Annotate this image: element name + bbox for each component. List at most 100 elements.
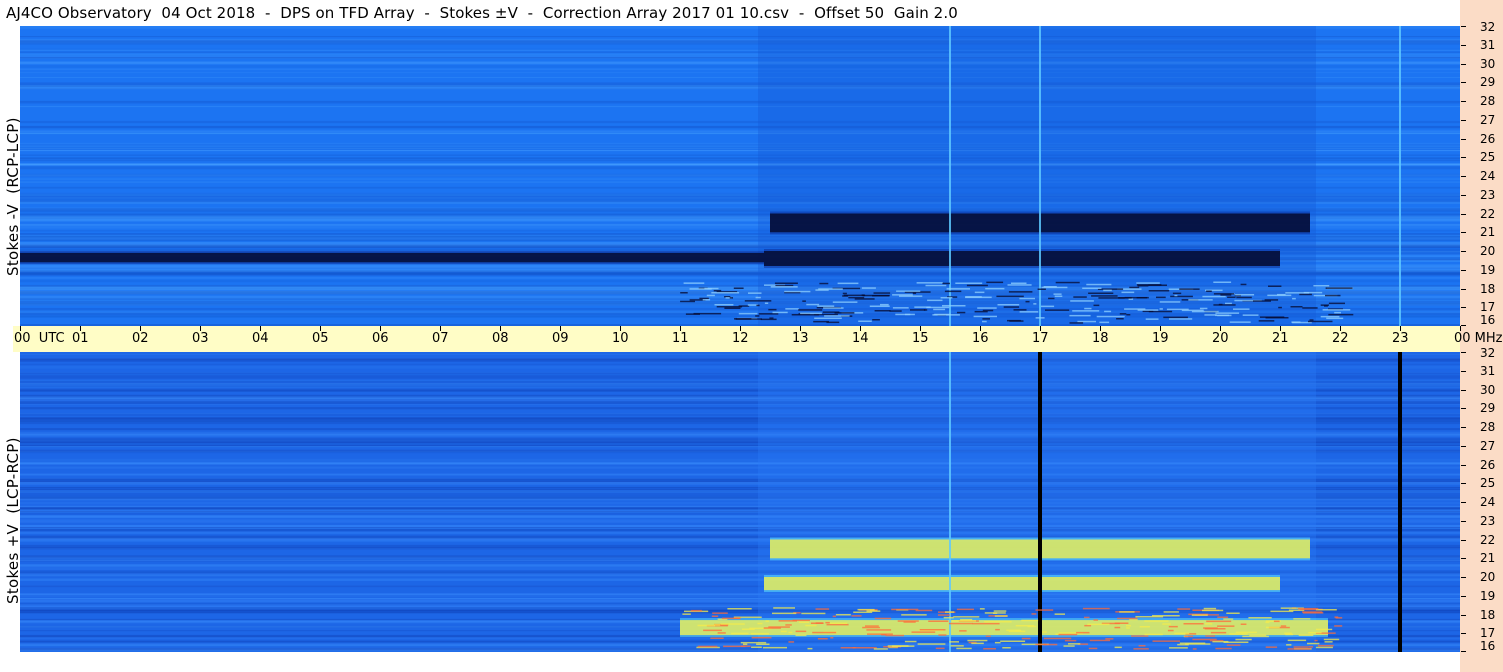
signal-speckle [1013, 309, 1027, 311]
signal-speckle [810, 622, 824, 624]
signal-speckle [985, 635, 991, 637]
signal-speckle [755, 315, 760, 317]
signal-speckle [723, 645, 746, 648]
signal-speckle [1119, 611, 1135, 613]
time-tick-label: 08 [492, 331, 509, 346]
signal-speckle [895, 313, 915, 316]
signal-speckle [1035, 609, 1054, 611]
freq-tick-mark [1461, 119, 1466, 121]
signal-speckle [1055, 633, 1059, 635]
signal-speckle [1317, 644, 1334, 647]
signal-speckle [865, 625, 879, 627]
interference-line [1398, 352, 1402, 652]
signal-speckle [697, 624, 715, 627]
signal-speckle [1000, 640, 1026, 642]
signal-speckle [1104, 310, 1112, 313]
signal-speckle [1188, 299, 1213, 301]
signal-speckle [1098, 297, 1125, 299]
time-tick-label: 02 [132, 331, 149, 346]
signal-speckle [901, 614, 927, 616]
signal-speckle [1170, 295, 1193, 298]
signal-speckle [1064, 639, 1077, 642]
freq-tick-mark [1461, 577, 1466, 578]
signal-speckle [842, 292, 847, 295]
interference-line [949, 26, 951, 326]
signal-speckle [896, 290, 921, 292]
signal-speckle [806, 303, 820, 306]
signal-speckle [873, 292, 891, 294]
signal-speckle [710, 637, 724, 639]
signal-speckle [1177, 643, 1189, 646]
freq-tick-label: 16 [1480, 639, 1496, 653]
signal-speckle [1284, 632, 1292, 634]
signal-speckle [1233, 308, 1250, 310]
time-tick-label: 00 UTC [14, 331, 65, 346]
signal-speckle [819, 282, 829, 285]
signal-speckle [1326, 317, 1344, 320]
signal-speckle [854, 298, 875, 300]
signal-speckle [944, 290, 962, 293]
signal-speckle [1099, 321, 1110, 324]
signal-speckle [1308, 320, 1333, 323]
signal-speckle [1006, 629, 1021, 632]
signal-speckle [851, 615, 862, 617]
time-axis: 00 UTC 01 02 03 04 05 06 07 08 09 10 11 12 13 14 15 16 17… [13, 326, 1503, 352]
signal-speckle [1320, 315, 1340, 318]
time-tick-label: 04 [252, 331, 269, 346]
signal-speckle [785, 308, 799, 310]
freq-tick-mark [1461, 269, 1466, 271]
signal-speckle [951, 620, 976, 622]
freq-tick-label: 32 [1480, 20, 1496, 34]
signal-speckle [832, 301, 858, 303]
signal-speckle [943, 616, 954, 619]
signal-speckle [1334, 625, 1343, 627]
signal-speckle [1093, 304, 1100, 307]
signal-speckle [807, 647, 813, 650]
time-tick-label: 03 [192, 331, 209, 346]
freq-tick-label: 28 [1480, 94, 1496, 108]
signal-speckle [955, 282, 983, 284]
signal-speckle [910, 309, 926, 311]
signal-speckle [774, 282, 798, 284]
signal-speckle [814, 317, 842, 319]
signal-speckle [1293, 618, 1311, 620]
signal-speckle [956, 608, 974, 611]
signal-speckle [1328, 313, 1354, 316]
signal-speckle [1258, 320, 1275, 322]
signal-speckle [1021, 619, 1039, 622]
signal-speckle [721, 617, 741, 620]
bright-band [764, 577, 1280, 591]
signal-speckle [1129, 286, 1140, 289]
signal-speckle [1087, 623, 1110, 626]
time-tick-label: 11 [672, 331, 689, 346]
signal-speckle [724, 307, 741, 309]
time-tick-label: 13 [792, 331, 809, 346]
signal-speckle [892, 307, 909, 309]
signal-speckle [843, 294, 866, 297]
freq-tick-mark [1461, 502, 1466, 503]
signal-speckle [720, 623, 745, 625]
signal-speckle [1253, 300, 1271, 302]
signal-speckle [1223, 641, 1249, 643]
freq-tick-mark [1461, 138, 1466, 140]
signal-speckle [997, 304, 1020, 306]
signal-speckle [861, 287, 876, 289]
signal-speckle [1086, 283, 1112, 286]
signal-speckle [738, 312, 758, 315]
signal-speckle [1273, 620, 1280, 623]
signal-speckle [750, 632, 769, 635]
signal-speckle [866, 629, 892, 631]
signal-speckle [867, 633, 893, 635]
signal-speckle [817, 638, 828, 640]
signal-speckle [1265, 621, 1270, 624]
freq-tick-mark [1461, 427, 1466, 428]
signal-speckle [1121, 291, 1135, 294]
time-tick-label: 14 [852, 331, 869, 346]
signal-speckle [873, 648, 888, 650]
signal-speckle [798, 621, 809, 623]
signal-speckle [1185, 643, 1211, 645]
signal-speckle [1309, 319, 1314, 321]
signal-speckle [892, 645, 915, 647]
signal-speckle [1285, 292, 1310, 294]
signal-speckle [1240, 623, 1247, 625]
